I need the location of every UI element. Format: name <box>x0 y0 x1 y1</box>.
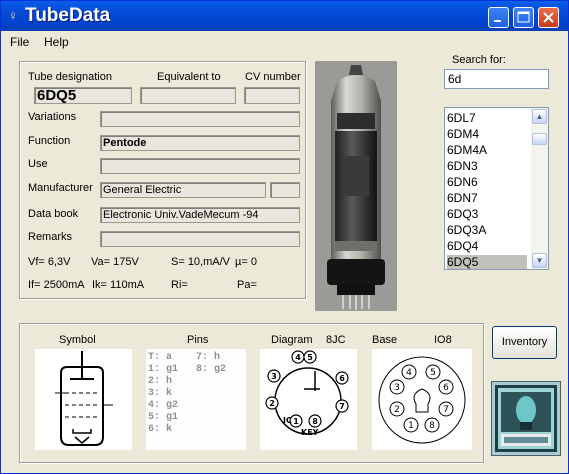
spec-s: S= 10,mA/V <box>171 256 231 268</box>
pin-entry: T: a <box>148 352 173 363</box>
spec-vf: Vf= 6,3V <box>28 256 71 268</box>
spec-ik: Ik= 110mA <box>92 279 145 291</box>
manufacturer-field[interactable]: General Electric <box>100 182 266 198</box>
pin-entry: 3: k <box>148 388 173 399</box>
minimize-icon <box>494 20 501 22</box>
title-bar[interactable]: ♀ TubeData <box>1 1 568 31</box>
function-field[interactable]: Pentode <box>100 135 300 151</box>
results-scrollbar[interactable]: ▲ ▼ <box>531 108 548 269</box>
minimize-button[interactable] <box>488 7 509 28</box>
base-pin-number: 4 <box>406 368 412 378</box>
spec-mu: µ= 0 <box>235 256 257 268</box>
tube-designation-field[interactable]: 6DQ5 <box>34 87 132 104</box>
remarks-label: Remarks <box>28 231 73 243</box>
main-window: ♀ TubeData File Help Tube designation Eq… <box>0 0 569 474</box>
result-item[interactable]: 6DQ4 <box>447 239 527 254</box>
diagram-ic: IC <box>283 416 292 425</box>
base-code: IO8 <box>434 334 452 346</box>
window-title: TubeData <box>25 5 111 26</box>
pins-label: Pins <box>187 334 209 346</box>
manufacturer-label: Manufacturer <box>28 182 93 194</box>
diagram-pin-number: 6 <box>339 374 345 383</box>
pin-entry: 2: h <box>148 376 173 387</box>
maximize-button[interactable] <box>513 7 534 28</box>
manufacturer-extra-field[interactable] <box>270 182 300 198</box>
data-book-field[interactable]: Electronic Univ.VadeMecum -94 <box>100 207 300 223</box>
scroll-thumb[interactable] <box>532 133 547 145</box>
base-pin-number: 3 <box>394 383 400 393</box>
data-book-label: Data book <box>28 208 79 220</box>
symbol-label: Symbol <box>59 334 96 346</box>
diagram-key: KEY <box>301 428 319 437</box>
pin-entry: 8: g2 <box>196 364 227 375</box>
menu-bar: File Help <box>1 32 568 52</box>
close-button[interactable] <box>538 7 559 28</box>
diagram-pin-number: 4 <box>295 353 301 362</box>
spec-if: If= 2500mA <box>28 279 85 291</box>
result-item[interactable]: 6DQ3 <box>447 207 527 222</box>
diagram-pin-number: 2 <box>269 399 275 408</box>
use-field[interactable] <box>100 158 300 174</box>
result-item[interactable]: 6DN7 <box>447 191 527 206</box>
remarks-field[interactable] <box>100 231 300 247</box>
search-label: Search for: <box>452 54 506 66</box>
pin-diagram: 45 3 6 2 7 1 8 KEY IC <box>260 349 357 450</box>
result-item[interactable]: 6DN3 <box>447 159 527 174</box>
equivalent-to-field[interactable] <box>140 87 236 104</box>
equivalent-to-label: Equivalent to <box>157 71 221 83</box>
pin-entry: 6: k <box>148 424 173 435</box>
results-list[interactable]: 6DL7 6DM4 6DM4A 6DN3 6DN6 6DN7 6DQ3 6DQ3A 6DQ4 6D… <box>444 107 549 270</box>
base-pin-number: 5 <box>430 368 436 378</box>
search-input[interactable] <box>444 69 549 89</box>
variations-field[interactable] <box>100 111 300 127</box>
inventory-button[interactable]: Inventory <box>492 326 557 359</box>
base-pin-number: 2 <box>394 405 400 415</box>
menu-file[interactable]: File <box>10 35 29 49</box>
maximize-icon <box>517 11 530 23</box>
use-label: Use <box>28 158 48 170</box>
base-label: Base <box>372 334 398 346</box>
bulb-icon: ♀ <box>8 8 18 23</box>
tube-designation-label: Tube designation <box>28 71 112 83</box>
menu-help[interactable]: Help <box>44 35 69 49</box>
spec-pa: Pa= <box>237 279 257 291</box>
diagram-pin-number: 1 <box>293 417 299 426</box>
tube-photo <box>315 61 397 311</box>
diagram-pin-number: 8 <box>312 417 318 426</box>
pin-entry: 1: g1 <box>148 364 179 375</box>
symbol-image <box>35 349 132 450</box>
pin-entry: 4: g2 <box>148 400 179 411</box>
result-item[interactable]: 6DM4A <box>447 143 527 158</box>
diagram-pin-number: 7 <box>339 402 345 411</box>
function-label: Function <box>28 135 71 147</box>
spec-ri: Ri= <box>171 279 188 291</box>
diagram-pin-number: 3 <box>271 372 277 381</box>
base-pin-number: 7 <box>443 405 449 415</box>
cv-number-field[interactable] <box>244 87 300 104</box>
base-pin-number: 8 <box>429 421 435 431</box>
variations-label: Variations <box>28 111 77 123</box>
result-item[interactable]: 6DL7 <box>447 111 527 126</box>
result-item[interactable]: 6DQ3A <box>447 223 527 238</box>
diagram-pin-number: 5 <box>307 353 313 362</box>
spec-va: Va= 175V <box>91 256 139 268</box>
scroll-down-button[interactable]: ▼ <box>532 253 547 268</box>
diagram-code: 8JC <box>326 334 346 346</box>
tubedata-logo <box>491 381 561 456</box>
cv-number-label: CV number <box>245 71 301 83</box>
base-pin-number: 6 <box>443 383 449 393</box>
base-pin-number: 1 <box>408 421 414 431</box>
result-item[interactable]: 6DN6 <box>447 175 527 190</box>
result-item[interactable]: 6DQ5 <box>447 255 527 269</box>
result-item[interactable]: 6DM4 <box>447 127 527 142</box>
pins-box: T: a 1: g1 2: h 3: k 4: g2 5: g1 6: k 7: h 8: g… <box>146 349 246 450</box>
pin-entry: 7: h <box>196 352 221 363</box>
pin-entry: 5: g1 <box>148 412 179 423</box>
scroll-up-button[interactable]: ▲ <box>532 109 547 124</box>
base-diagram: 4 5 3 6 2 7 1 8 <box>372 349 472 450</box>
diagram-label: Diagram <box>271 334 313 346</box>
close-icon <box>543 12 554 23</box>
